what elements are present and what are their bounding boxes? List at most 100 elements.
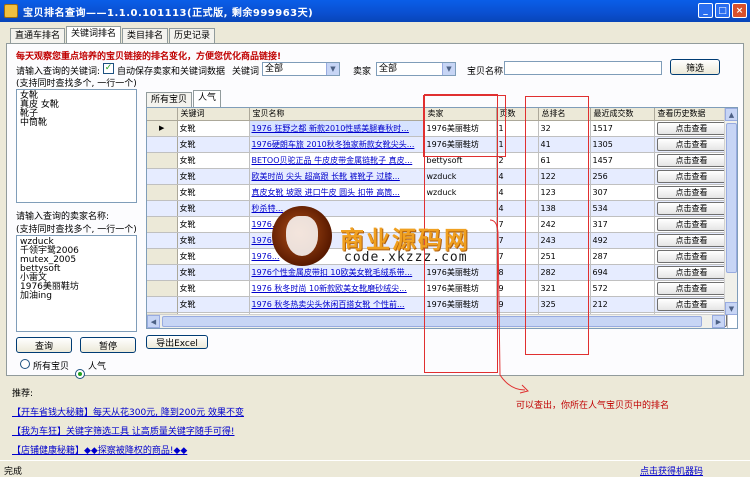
- seller-filter-label: 卖家: [353, 67, 372, 77]
- keywords-textarea[interactable]: 女靴 真皮 女靴 靴子 中筒靴: [16, 89, 137, 203]
- cell-item-name[interactable]: 1976 狂野之都 新款2010性感美腿春秋时...: [249, 120, 425, 137]
- sellers-textarea[interactable]: wzduck 千领宇鹭2006 mutex_2005 bettysoft 小雷文…: [16, 235, 137, 332]
- autosave-checkbox[interactable]: ✓: [103, 63, 114, 74]
- cell-history: 点击查看: [654, 136, 728, 153]
- column-header[interactable]: 最近成交数: [590, 108, 655, 121]
- cell-item-name[interactable]: 1976 秋冬热卖尖头休闲百搭女靴 个性前...: [249, 296, 425, 313]
- cell-recent-sales: 317: [590, 216, 655, 233]
- tab-direct-ranking[interactable]: 直通车排名: [10, 28, 66, 43]
- pause-button[interactable]: 暂停: [80, 337, 136, 353]
- recommend-link-3[interactable]: 【店铺健康秘籍】◆◆探察被降权的商品!◆◆: [12, 443, 187, 456]
- seller-filter-select[interactable]: 全部 ▼: [376, 62, 456, 76]
- row-indicator[interactable]: [147, 248, 178, 265]
- scroll-left-icon[interactable]: ◀: [147, 315, 160, 328]
- export-excel-button[interactable]: 导出Excel: [146, 335, 208, 349]
- view-history-button[interactable]: 点击查看: [656, 265, 726, 279]
- seller-input-label: 请输入查询的卖家名称:: [16, 212, 110, 222]
- view-history-button[interactable]: 点击查看: [656, 121, 726, 135]
- column-header[interactable]: 查看历史数据: [654, 108, 728, 121]
- cell-item-name[interactable]: 1976硬朗车旅 2010秋冬独家新款女靴尖头...: [249, 136, 425, 153]
- cell-recent-sales: 572: [590, 280, 655, 297]
- chevron-down-icon: ▼: [326, 63, 339, 75]
- cell-item-name[interactable]: 1976 秋冬时尚 10新款欧美女靴磨砂绒尖...: [249, 280, 425, 297]
- main-tabs: 直通车排名 关键词排名 类目排名 历史记录: [10, 26, 216, 43]
- annotation-text: 可以查出，你所在人气宝贝页中的排名: [516, 401, 670, 411]
- view-history-button[interactable]: 点击查看: [656, 137, 726, 151]
- keyword-line: 中筒靴: [20, 118, 48, 128]
- cell-keyword: 女靴: [177, 296, 250, 313]
- view-history-button[interactable]: 点击查看: [656, 169, 726, 183]
- scroll-up-icon[interactable]: ▲: [725, 108, 737, 121]
- watermark-logo: 商业源码网 code.xkzzz.com: [272, 206, 502, 272]
- scroll-down-icon[interactable]: ▼: [725, 302, 737, 315]
- cell-keyword: 女靴: [177, 232, 250, 249]
- close-button[interactable]: ×: [732, 3, 747, 18]
- row-indicator[interactable]: [147, 184, 178, 201]
- row-indicator[interactable]: [147, 168, 178, 185]
- tab-keyword-ranking[interactable]: 关键词排名: [66, 26, 122, 43]
- cell-keyword: 女靴: [177, 120, 250, 137]
- cell-keyword: 女靴: [177, 152, 250, 169]
- app-icon: [4, 4, 18, 18]
- row-indicator[interactable]: [147, 200, 178, 217]
- chevron-down-icon: ▼: [442, 63, 455, 75]
- tab-popular[interactable]: 人气: [193, 90, 222, 107]
- result-tabs: 所有宝贝 人气: [146, 90, 222, 107]
- radio-popular[interactable]: [75, 369, 85, 379]
- tab-all-items[interactable]: 所有宝贝: [146, 92, 193, 107]
- cell-recent-sales: 534: [590, 200, 655, 217]
- vertical-scrollbar[interactable]: ▲ ▼: [724, 108, 737, 315]
- row-indicator[interactable]: [147, 264, 178, 281]
- row-indicator[interactable]: [147, 136, 178, 153]
- annotation-box-seller-top: [423, 95, 506, 157]
- row-indicator[interactable]: [147, 232, 178, 249]
- filter-button[interactable]: 筛选: [670, 59, 720, 75]
- cell-history: 点击查看: [654, 248, 728, 265]
- tab-category-ranking[interactable]: 类目排名: [122, 28, 169, 43]
- cell-item-name[interactable]: BETOO贝驼正品 牛皮皮带金属链靴子 真皮...: [249, 152, 425, 169]
- recommend-link-1[interactable]: 【开车省钱大秘籍】每天从花300元, 降到200元 效果不变: [12, 405, 244, 418]
- column-header[interactable]: 关键词: [177, 108, 250, 121]
- seller-filter-value: 全部: [379, 64, 398, 74]
- cell-recent-sales: 492: [590, 232, 655, 249]
- tab-history[interactable]: 历史记录: [169, 28, 216, 43]
- cell-keyword: 女靴: [177, 248, 250, 265]
- view-history-button[interactable]: 点击查看: [656, 201, 726, 215]
- item-name-input[interactable]: [504, 61, 662, 75]
- cell-item-name[interactable]: 欧美时尚 尖头 超高跟 长靴 裤靴子 过膝...: [249, 168, 425, 185]
- cell-recent-sales: 307: [590, 184, 655, 201]
- recommend-label: 推荐:: [12, 389, 34, 399]
- row-indicator[interactable]: [147, 280, 178, 297]
- cell-recent-sales: 1517: [590, 120, 655, 137]
- column-header[interactable]: 宝贝名称: [249, 108, 425, 121]
- view-history-button[interactable]: 点击查看: [656, 249, 726, 263]
- maximize-button[interactable]: □: [715, 3, 730, 18]
- machine-code-link[interactable]: 点击获得机器码: [640, 464, 703, 477]
- radio-all-items[interactable]: [20, 359, 30, 369]
- row-indicator[interactable]: [147, 216, 178, 233]
- cell-keyword: 女靴: [177, 200, 250, 217]
- cell-history: 点击查看: [654, 232, 728, 249]
- title-bar: 宝贝排名查询——1.1.0.101113(正式版, 剩余999963天) _ □…: [0, 0, 750, 22]
- cell-keyword: 女靴: [177, 216, 250, 233]
- cell-recent-sales: 1305: [590, 136, 655, 153]
- status-text: 完成: [4, 467, 23, 477]
- scroll-thumb[interactable]: [726, 123, 737, 273]
- view-history-button[interactable]: 点击查看: [656, 297, 726, 311]
- minimize-button[interactable]: _: [698, 3, 713, 18]
- row-indicator[interactable]: ▶: [147, 120, 178, 137]
- cell-item-name[interactable]: 真皮女靴 坡跟 进口牛皮 圆头 扣带 高筒...: [249, 184, 425, 201]
- view-history-button[interactable]: 点击查看: [656, 185, 726, 199]
- view-history-button[interactable]: 点击查看: [656, 233, 726, 247]
- cell-recent-sales: 212: [590, 296, 655, 313]
- recommend-link-2[interactable]: 【我为车狂】关键字筛选工具 让高质量关键字随手可得!: [12, 424, 234, 437]
- query-button[interactable]: 查询: [16, 337, 72, 353]
- row-indicator[interactable]: [147, 296, 178, 313]
- view-history-button[interactable]: 点击查看: [656, 217, 726, 231]
- cell-history: 点击查看: [654, 216, 728, 233]
- scroll-right-icon[interactable]: ▶: [712, 315, 725, 328]
- view-history-button[interactable]: 点击查看: [656, 281, 726, 295]
- view-history-button[interactable]: 点击查看: [656, 153, 726, 167]
- keyword-filter-select[interactable]: 全部 ▼: [262, 62, 340, 76]
- row-indicator[interactable]: [147, 152, 178, 169]
